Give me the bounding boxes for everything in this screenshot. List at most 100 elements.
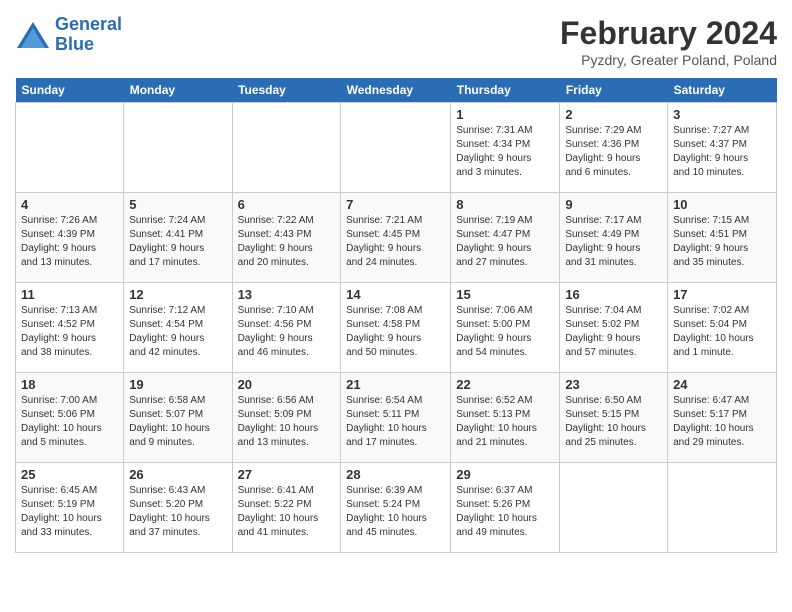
- day-number: 5: [129, 197, 226, 212]
- day-number: 24: [673, 377, 771, 392]
- day-number: 28: [346, 467, 445, 482]
- day-number: 25: [21, 467, 118, 482]
- calendar-cell: 8 Sunrise: 7:19 AM Sunset: 4:47 PM Daylig…: [451, 193, 560, 283]
- day-number: 2: [565, 107, 662, 122]
- day-number: 23: [565, 377, 662, 392]
- day-info: Sunrise: 6:39 AM Sunset: 5:24 PM Dayligh…: [346, 484, 445, 540]
- weekday-header-saturday: Saturday: [668, 78, 777, 103]
- page-header: General Blue February 2024 Pyzdry, Great…: [15, 15, 777, 68]
- logo-icon: [15, 20, 51, 50]
- page-title: February 2024: [560, 15, 777, 52]
- calendar-cell: 10 Sunrise: 7:15 AM Sunset: 4:51 PM Dayli…: [668, 193, 777, 283]
- calendar-cell: 6 Sunrise: 7:22 AM Sunset: 4:43 PM Daylig…: [232, 193, 341, 283]
- calendar-week-row: 18 Sunrise: 7:00 AM Sunset: 5:06 PM Dayli…: [16, 373, 777, 463]
- day-number: 18: [21, 377, 118, 392]
- day-info: Sunrise: 7:26 AM Sunset: 4:39 PM Dayligh…: [21, 214, 118, 270]
- logo: General Blue: [15, 15, 122, 55]
- day-number: 22: [456, 377, 554, 392]
- calendar-cell: 24 Sunrise: 6:47 AM Sunset: 5:17 PM Dayli…: [668, 373, 777, 463]
- calendar-cell: 5 Sunrise: 7:24 AM Sunset: 4:41 PM Daylig…: [124, 193, 232, 283]
- logo-line2: Blue: [55, 35, 122, 55]
- day-info: Sunrise: 7:19 AM Sunset: 4:47 PM Dayligh…: [456, 214, 554, 270]
- day-number: 14: [346, 287, 445, 302]
- calendar-cell: 11 Sunrise: 7:13 AM Sunset: 4:52 PM Dayli…: [16, 283, 124, 373]
- day-info: Sunrise: 7:13 AM Sunset: 4:52 PM Dayligh…: [21, 304, 118, 360]
- title-block: February 2024 Pyzdry, Greater Poland, Po…: [560, 15, 777, 68]
- calendar-cell: 12 Sunrise: 7:12 AM Sunset: 4:54 PM Dayli…: [124, 283, 232, 373]
- day-info: Sunrise: 6:41 AM Sunset: 5:22 PM Dayligh…: [238, 484, 336, 540]
- day-info: Sunrise: 6:45 AM Sunset: 5:19 PM Dayligh…: [21, 484, 118, 540]
- calendar-week-row: 11 Sunrise: 7:13 AM Sunset: 4:52 PM Dayli…: [16, 283, 777, 373]
- calendar-cell: [16, 103, 124, 193]
- calendar-cell: 14 Sunrise: 7:08 AM Sunset: 4:58 PM Dayli…: [341, 283, 451, 373]
- day-number: 16: [565, 287, 662, 302]
- day-info: Sunrise: 6:50 AM Sunset: 5:15 PM Dayligh…: [565, 394, 662, 450]
- day-info: Sunrise: 6:54 AM Sunset: 5:11 PM Dayligh…: [346, 394, 445, 450]
- calendar-cell: 9 Sunrise: 7:17 AM Sunset: 4:49 PM Daylig…: [560, 193, 668, 283]
- calendar-cell: 7Sunrise: 7:21 AM Sunset: 4:45 PM Daylig…: [341, 193, 451, 283]
- weekday-header-row: SundayMondayTuesdayWednesdayThursdayFrid…: [16, 78, 777, 103]
- weekday-header-friday: Friday: [560, 78, 668, 103]
- day-info: Sunrise: 7:17 AM Sunset: 4:49 PM Dayligh…: [565, 214, 662, 270]
- calendar-cell: [341, 103, 451, 193]
- weekday-header-sunday: Sunday: [16, 78, 124, 103]
- day-info: Sunrise: 7:15 AM Sunset: 4:51 PM Dayligh…: [673, 214, 771, 270]
- weekday-header-thursday: Thursday: [451, 78, 560, 103]
- day-number: 13: [238, 287, 336, 302]
- day-info: Sunrise: 6:43 AM Sunset: 5:20 PM Dayligh…: [129, 484, 226, 540]
- weekday-header-monday: Monday: [124, 78, 232, 103]
- logo-line1: General: [55, 14, 122, 34]
- day-info: Sunrise: 7:08 AM Sunset: 4:58 PM Dayligh…: [346, 304, 445, 360]
- calendar-cell: 23 Sunrise: 6:50 AM Sunset: 5:15 PM Dayli…: [560, 373, 668, 463]
- calendar-cell: 29 Sunrise: 6:37 AM Sunset: 5:26 PM Dayli…: [451, 463, 560, 553]
- calendar-cell: 27 Sunrise: 6:41 AM Sunset: 5:22 PM Dayli…: [232, 463, 341, 553]
- day-number: 27: [238, 467, 336, 482]
- day-number: 29: [456, 467, 554, 482]
- calendar-cell: 1Sunrise: 7:31 AM Sunset: 4:34 PM Daylig…: [451, 103, 560, 193]
- calendar-cell: 13 Sunrise: 7:10 AM Sunset: 4:56 PM Dayli…: [232, 283, 341, 373]
- day-info: Sunrise: 7:00 AM Sunset: 5:06 PM Dayligh…: [21, 394, 118, 450]
- day-number: 26: [129, 467, 226, 482]
- day-info: Sunrise: 7:27 AM Sunset: 4:37 PM Dayligh…: [673, 124, 771, 180]
- calendar-cell: [124, 103, 232, 193]
- day-info: Sunrise: 6:37 AM Sunset: 5:26 PM Dayligh…: [456, 484, 554, 540]
- day-info: Sunrise: 6:58 AM Sunset: 5:07 PM Dayligh…: [129, 394, 226, 450]
- calendar-cell: 28 Sunrise: 6:39 AM Sunset: 5:24 PM Dayli…: [341, 463, 451, 553]
- day-info: Sunrise: 7:12 AM Sunset: 4:54 PM Dayligh…: [129, 304, 226, 360]
- day-info: Sunrise: 7:06 AM Sunset: 5:00 PM Dayligh…: [456, 304, 554, 360]
- day-number: 9: [565, 197, 662, 212]
- weekday-header-tuesday: Tuesday: [232, 78, 341, 103]
- calendar-cell: 15 Sunrise: 7:06 AM Sunset: 5:00 PM Dayli…: [451, 283, 560, 373]
- day-info: Sunrise: 7:02 AM Sunset: 5:04 PM Dayligh…: [673, 304, 771, 360]
- calendar-cell: 3 Sunrise: 7:27 AM Sunset: 4:37 PM Daylig…: [668, 103, 777, 193]
- day-number: 3: [673, 107, 771, 122]
- day-number: 8: [456, 197, 554, 212]
- calendar-cell: 19 Sunrise: 6:58 AM Sunset: 5:07 PM Dayli…: [124, 373, 232, 463]
- day-number: 10: [673, 197, 771, 212]
- day-number: 15: [456, 287, 554, 302]
- calendar-cell: 22Sunrise: 6:52 AM Sunset: 5:13 PM Dayli…: [451, 373, 560, 463]
- logo-text: General Blue: [55, 15, 122, 55]
- calendar-cell: 21 Sunrise: 6:54 AM Sunset: 5:11 PM Dayli…: [341, 373, 451, 463]
- day-info: Sunrise: 6:56 AM Sunset: 5:09 PM Dayligh…: [238, 394, 336, 450]
- calendar-table: SundayMondayTuesdayWednesdayThursdayFrid…: [15, 78, 777, 553]
- day-number: 7: [346, 197, 445, 212]
- day-number: 20: [238, 377, 336, 392]
- day-info: Sunrise: 7:04 AM Sunset: 5:02 PM Dayligh…: [565, 304, 662, 360]
- day-info: Sunrise: 7:24 AM Sunset: 4:41 PM Dayligh…: [129, 214, 226, 270]
- day-number: 12: [129, 287, 226, 302]
- calendar-cell: 17 Sunrise: 7:02 AM Sunset: 5:04 PM Dayli…: [668, 283, 777, 373]
- day-number: 6: [238, 197, 336, 212]
- day-number: 21: [346, 377, 445, 392]
- day-info: Sunrise: 7:10 AM Sunset: 4:56 PM Dayligh…: [238, 304, 336, 360]
- calendar-cell: 25 Sunrise: 6:45 AM Sunset: 5:19 PM Dayli…: [16, 463, 124, 553]
- day-info: Sunrise: 6:47 AM Sunset: 5:17 PM Dayligh…: [673, 394, 771, 450]
- day-info: Sunrise: 7:22 AM Sunset: 4:43 PM Dayligh…: [238, 214, 336, 270]
- calendar-cell: 18 Sunrise: 7:00 AM Sunset: 5:06 PM Dayli…: [16, 373, 124, 463]
- day-number: 1: [456, 107, 554, 122]
- calendar-cell: [232, 103, 341, 193]
- calendar-week-row: 4Sunrise: 7:26 AM Sunset: 4:39 PM Daylig…: [16, 193, 777, 283]
- day-number: 19: [129, 377, 226, 392]
- day-number: 11: [21, 287, 118, 302]
- day-number: 17: [673, 287, 771, 302]
